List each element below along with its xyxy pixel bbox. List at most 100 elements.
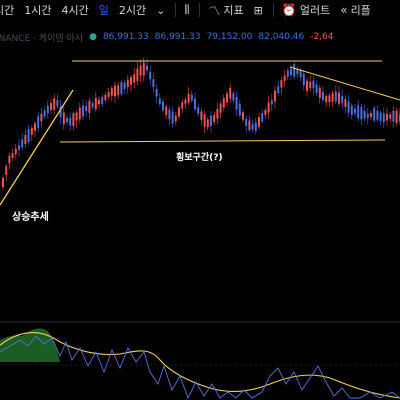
candle-body — [338, 92, 340, 104]
candle-body — [69, 117, 72, 126]
candle-body — [11, 153, 14, 158]
candle-body — [155, 89, 158, 97]
candle-body — [366, 113, 369, 118]
candle-body — [21, 139, 24, 148]
chevron-down-icon[interactable]: ⌄ — [156, 4, 165, 17]
candle-body — [222, 98, 225, 108]
candle-body — [130, 77, 132, 85]
candle-body — [386, 113, 388, 121]
timeframe-hour[interactable]: 시간 — [0, 2, 14, 18]
candle-body — [75, 112, 78, 121]
candle-body — [219, 103, 222, 113]
candle-body — [8, 155, 11, 164]
candle-body — [30, 128, 33, 135]
candle-body — [299, 70, 302, 78]
candle-body — [373, 107, 376, 121]
alerts-button[interactable]: ⏰ 얼러트 — [282, 2, 330, 18]
candle-body — [251, 124, 254, 130]
status-dot-icon: ● — [89, 32, 97, 42]
layouts-grid-icon[interactable]: ⊞ — [254, 4, 263, 17]
candle-body — [165, 106, 168, 116]
replay-button[interactable]: « 리플 — [340, 2, 371, 18]
timeframe-4h[interactable]: 4시간 — [62, 2, 89, 18]
replay-label: 리플 — [350, 4, 371, 17]
high-value: 86,991.33 — [154, 32, 201, 42]
candle-body — [318, 87, 321, 98]
alarm-icon: ⏰ — [281, 3, 297, 17]
candle-body — [280, 80, 283, 88]
candle-body — [50, 103, 52, 110]
candle-body — [117, 85, 120, 96]
candle-body — [325, 95, 328, 103]
candle-body — [85, 105, 88, 112]
indicators-button[interactable]: 〽 지표 — [208, 2, 243, 19]
candle-body — [197, 107, 200, 114]
range-label: 횡보구간(?) — [176, 153, 223, 163]
candle-body — [354, 108, 356, 114]
candle-body — [344, 99, 347, 107]
candle-body — [46, 105, 49, 114]
candle-body — [382, 113, 385, 123]
candle-body — [56, 100, 59, 107]
ohlc-legend: INANCE · 케이덴 아시 ● 86,991.33 86,991.33 79… — [0, 30, 340, 44]
candle-body — [363, 111, 366, 119]
candle-body — [248, 120, 251, 130]
candle-body — [293, 64, 296, 77]
toolbar-divider — [175, 3, 177, 17]
candle-body — [101, 96, 104, 105]
price-chart[interactable] — [0, 0, 400, 400]
candle-body — [261, 113, 264, 122]
candle-body — [216, 109, 219, 119]
candle-body — [114, 85, 116, 97]
candle-body — [149, 71, 152, 80]
candle-body — [389, 114, 392, 119]
candle-body — [203, 114, 206, 127]
timeframe-day[interactable]: 일 — [99, 2, 109, 18]
candle-body — [133, 74, 136, 83]
candle-body — [312, 80, 315, 89]
candle-body — [78, 107, 81, 120]
uptrend-label: 상승추세 — [12, 212, 49, 223]
candle-body — [242, 112, 244, 120]
oscillator-main-line — [0, 335, 400, 400]
candle-body — [37, 116, 40, 129]
candle-body — [360, 106, 363, 120]
low-value: 79,152.00 — [206, 32, 253, 42]
candle-body — [190, 94, 193, 101]
candle-body — [162, 101, 164, 111]
candle-body — [357, 105, 360, 119]
candle-body — [235, 97, 238, 110]
timeframe-2h[interactable]: 2시간 — [119, 2, 146, 18]
candle-body — [146, 65, 148, 71]
candle-body — [82, 105, 84, 117]
candle-body — [267, 102, 270, 113]
candle-body — [226, 93, 228, 103]
close-value: 82,040.46 — [258, 32, 305, 42]
candle-body — [40, 113, 43, 122]
candle-body — [178, 107, 180, 117]
candle-body — [14, 148, 17, 155]
oscillator-fill — [0, 328, 60, 362]
indicators-icon: 〽 — [208, 3, 221, 18]
rewind-icon: « — [340, 3, 348, 17]
candle-body — [392, 110, 395, 122]
candle-body — [264, 109, 267, 115]
candle-body — [88, 100, 91, 113]
candle-body — [104, 94, 107, 101]
candle-body — [110, 87, 113, 96]
candle-body — [238, 103, 241, 116]
candle-body — [245, 118, 248, 126]
candle-body — [328, 95, 331, 103]
timeframe-1h[interactable]: 1시간 — [24, 2, 51, 18]
candle-body — [290, 68, 292, 76]
candle-body — [210, 115, 212, 127]
candle-body — [379, 112, 382, 121]
toolbar-divider — [199, 3, 201, 17]
candle-body — [232, 93, 235, 101]
candle-body — [72, 113, 75, 126]
candle-body — [370, 112, 372, 118]
change-value: -2,64 — [310, 32, 334, 42]
candle-body — [136, 68, 139, 82]
candle-body — [274, 90, 276, 102]
chart-type-candles-icon[interactable]: ⫼ — [184, 3, 189, 17]
